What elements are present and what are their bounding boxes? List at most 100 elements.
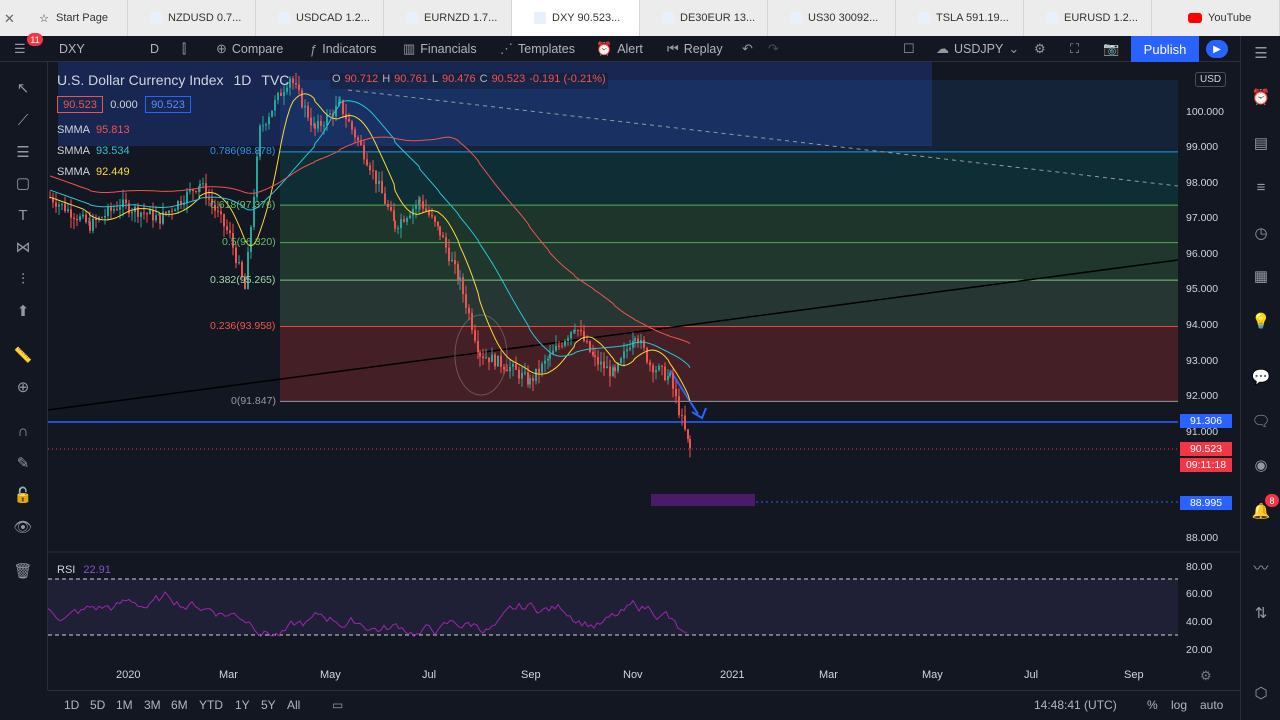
candle-body [586, 340, 588, 342]
help-button[interactable]: ⬡ [1250, 682, 1272, 704]
calendar-button[interactable]: ◷ [1250, 222, 1272, 244]
redo-button[interactable]: ↷ [768, 36, 779, 62]
tab-nzdusd[interactable]: NZDUSD 0.7... [128, 0, 256, 36]
utc-clock[interactable]: 14:48:41 (UTC) [1034, 698, 1117, 712]
candle-body [357, 137, 359, 141]
bid-price-button[interactable]: 90.523 [57, 96, 103, 113]
tab-de30eur[interactable]: DE30EUR 13... [640, 0, 768, 36]
candle-body [143, 212, 145, 214]
symbol-search[interactable]: DXY [59, 36, 85, 62]
ideas-button[interactable]: 💡 [1250, 310, 1272, 332]
remove-drawings-tool[interactable]: 🗑 [12, 560, 34, 582]
timeframe-5y[interactable]: 5Y [261, 698, 276, 712]
log-scale-toggle[interactable]: log [1171, 698, 1187, 712]
timeframe-6m[interactable]: 6M [171, 698, 188, 712]
pattern-tool[interactable]: ⋈ [12, 236, 34, 258]
order-panel-button[interactable]: ⇅ [1250, 602, 1272, 624]
indicators-button[interactable]: ƒ Indicators [310, 36, 376, 62]
smma-label: SMMA [57, 165, 90, 178]
smma-legend-2[interactable]: SMMA 93.534 [57, 142, 130, 159]
financials-button[interactable]: ▥ Financials [403, 36, 477, 62]
date-range-button[interactable]: ▭ [332, 698, 343, 712]
tab-start-page[interactable]: ☆ Start Page [28, 0, 128, 36]
timeframe-all[interactable]: All [287, 698, 300, 712]
tab-label: EURNZD 1.7... [424, 12, 498, 24]
candle-body [131, 212, 133, 214]
tab-usdcad[interactable]: USDCAD 1.2... [256, 0, 384, 36]
smma-label: SMMA [57, 144, 90, 157]
tab-us30[interactable]: US30 30092... [768, 0, 896, 36]
shape-tool[interactable]: ▢ [12, 172, 34, 194]
tradingview-icon [1046, 12, 1058, 24]
messages-button[interactable]: 🗨 [1250, 410, 1272, 432]
currency-label[interactable]: USD [1195, 72, 1227, 87]
chats-button[interactable]: 💬 [1250, 366, 1272, 388]
chart-type-button[interactable]: ⫿ [182, 36, 186, 62]
fullscreen-button[interactable]: ⛶ [1070, 36, 1079, 62]
timeframe-1y[interactable]: 1Y [235, 698, 250, 712]
axis-settings-icon[interactable]: ⚙ [1200, 668, 1212, 684]
undo-button[interactable]: ↶ [742, 36, 753, 62]
fib-tool[interactable]: ☰ [12, 141, 34, 163]
price-tick: 92.000 [1186, 390, 1219, 402]
timeframe-1d[interactable]: 1D [64, 698, 79, 712]
play-button[interactable]: ▶ [1206, 40, 1228, 58]
data-window-button[interactable]: ▤ [1250, 132, 1272, 154]
tab-youtube[interactable]: YouTube [1152, 0, 1280, 36]
smma-legend-1[interactable]: SMMA 95.813 [57, 121, 130, 138]
trash-icon: 🗑 [13, 563, 33, 580]
watch-symbol-button[interactable]: ☁ USDJPY ⌄ [936, 36, 1019, 62]
smma-legend-3[interactable]: SMMA 92.449 [57, 163, 130, 180]
lock-drawings-tool[interactable]: 🔓 [12, 484, 34, 506]
publish-button[interactable]: Publish [1131, 36, 1199, 62]
ask-price-button[interactable]: 90.523 [145, 96, 191, 113]
candle-body [110, 207, 112, 211]
hide-drawings-tool[interactable]: 👁 [12, 516, 34, 538]
candle-body [442, 235, 444, 238]
tab-eurusd[interactable]: EURUSD 1.2... [1024, 0, 1152, 36]
snapshot-button[interactable]: 📷 [1103, 36, 1119, 62]
magnet-tool[interactable]: ∩ [12, 420, 34, 442]
templates-button[interactable]: ⋰ Templates [500, 36, 575, 62]
zoom-tool[interactable]: ⊕ [12, 376, 34, 398]
ruler-tool[interactable]: 📏 [12, 344, 34, 366]
timeframe-5d[interactable]: 5D [90, 698, 105, 712]
tab-label: US30 30092... [808, 12, 879, 24]
auto-scale-toggle[interactable]: auto [1200, 698, 1223, 712]
candle-body [280, 92, 282, 96]
interval-button[interactable]: D [150, 36, 159, 62]
streams-button[interactable]: ◉ [1250, 454, 1272, 476]
cloud-icon: ☁ [936, 41, 949, 56]
alerts-button[interactable]: ⏰ [1250, 86, 1272, 108]
percent-scale-toggle[interactable]: % [1147, 698, 1158, 712]
timeframe-ytd[interactable]: YTD [199, 698, 223, 712]
trend-line-tool[interactable]: ⟋ [12, 109, 34, 131]
settings-button[interactable]: ⚙ [1034, 36, 1046, 62]
screeners-button[interactable]: 〰 [1250, 556, 1272, 578]
alert-button[interactable]: ⏰ Alert [596, 36, 643, 62]
candle-body [298, 84, 300, 91]
candle-body [152, 210, 154, 221]
close-icon[interactable]: ✕ [4, 11, 15, 27]
hotlists-button[interactable]: ≡ [1250, 176, 1272, 198]
candle-body [512, 364, 514, 367]
timeframe-1m[interactable]: 1M [116, 698, 133, 712]
fib-label-0786: 0.786(98.878) [210, 145, 276, 157]
tab-eurnzd[interactable]: EURNZD 1.7... [384, 0, 512, 36]
replay-button[interactable]: ⏮ Replay [667, 36, 723, 62]
stay-drawing-tool[interactable]: ✎ [12, 452, 34, 474]
watchlist-button[interactable]: ☰ [1250, 42, 1272, 64]
candle-body [422, 201, 424, 209]
tab-tsla[interactable]: TSLA 591.19... [896, 0, 1024, 36]
tab-dxy[interactable]: DXY 90.523... [512, 0, 640, 36]
calendar-grid-button[interactable]: ▦ [1250, 265, 1272, 287]
cursor-tool[interactable]: ↖ [12, 77, 34, 99]
icon-tool[interactable]: ⬆ [12, 300, 34, 322]
compare-button[interactable]: ⊕ Compare [216, 36, 283, 62]
rsi-legend[interactable]: RSI 22.91 [57, 564, 111, 576]
prediction-tool[interactable]: ⫶ [12, 268, 34, 290]
text-tool[interactable]: T [12, 204, 34, 226]
menu-button[interactable]: ☰ [14, 36, 26, 62]
layout-button[interactable]: ☐ [903, 36, 915, 62]
timeframe-3m[interactable]: 3M [144, 698, 161, 712]
